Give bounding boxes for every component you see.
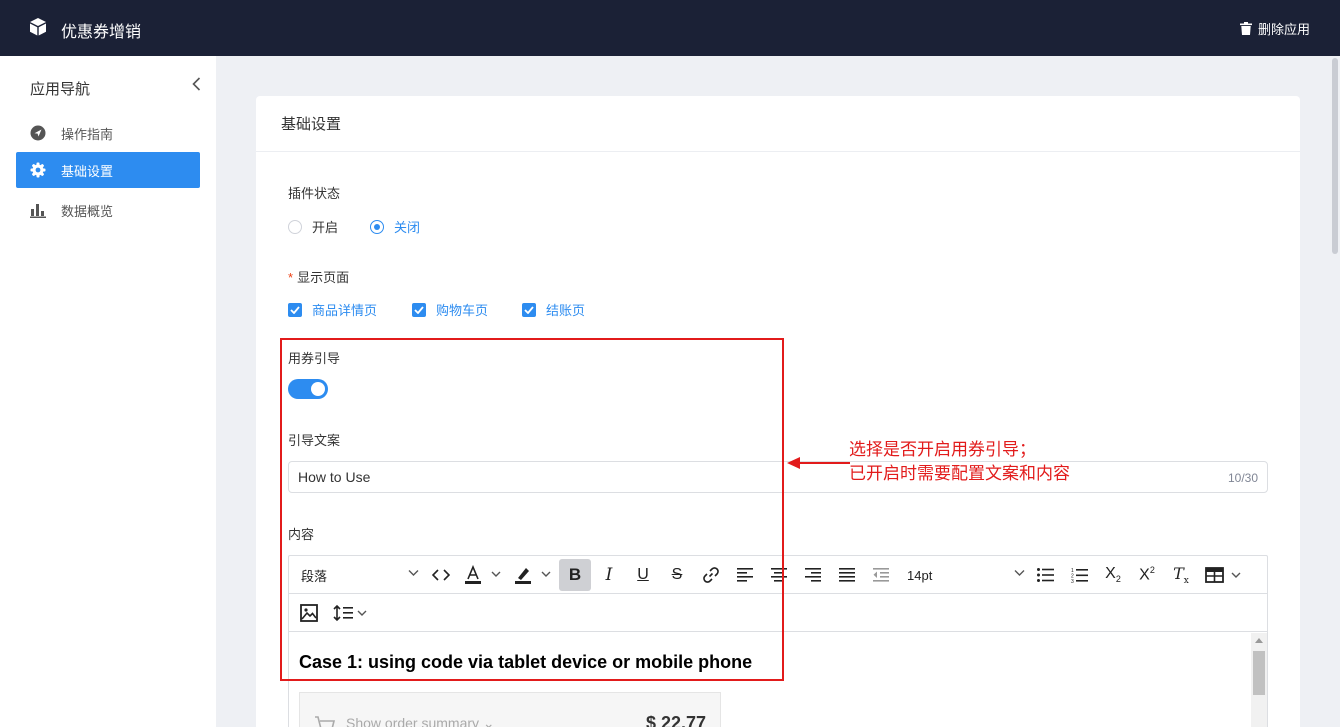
annotation-line-2: 已开启时需要配置文案和内容: [849, 464, 1070, 484]
table-button[interactable]: [1199, 559, 1249, 591]
clear-format-icon: Tx: [1173, 563, 1189, 587]
subscript-icon: X2: [1105, 565, 1121, 585]
font-size-select[interactable]: 14pt: [897, 559, 1029, 591]
card-title: 基础设置: [256, 96, 1300, 152]
sidebar-item-label: 操作指南: [61, 126, 114, 142]
checkbox-cart-page[interactable]: 购物车页: [412, 300, 488, 319]
trash-icon: [1239, 22, 1252, 35]
checkbox-product-page[interactable]: 商品详情页: [288, 300, 377, 319]
app-cube-icon: [30, 18, 46, 36]
clear-format-button[interactable]: Tx: [1165, 559, 1197, 591]
radio-circle: [370, 219, 384, 234]
sidebar-title: 应用导航: [30, 81, 91, 98]
sidebar-item-label: 基础设置: [61, 163, 114, 179]
display-pages-label: * 显示页面: [288, 267, 349, 286]
scroll-up-icon: [1255, 638, 1263, 643]
align-right-button[interactable]: [797, 559, 829, 591]
numbered-list-button[interactable]: 123: [1063, 559, 1095, 591]
radio-circle: [288, 219, 302, 234]
font-size-value: 14pt: [907, 567, 933, 583]
outdent-icon: [873, 568, 889, 582]
annotation-highlight-box: [280, 338, 784, 681]
app-title: 优惠券增销: [61, 24, 142, 41]
superscript-icon: X2: [1139, 565, 1155, 584]
justify-icon: [839, 568, 855, 582]
subscript-button[interactable]: X2: [1097, 559, 1129, 591]
sidebar: 应用导航 操作指南 基础设置 数据概览: [0, 56, 216, 727]
order-summary-text: Show order summary ⌄: [346, 715, 495, 727]
checkbox-label: 购物车页: [436, 303, 489, 318]
checkbox-checkout-page[interactable]: 结账页: [522, 300, 585, 319]
checkbox-box: [288, 302, 302, 317]
justify-button[interactable]: [831, 559, 863, 591]
svg-text:3: 3: [1071, 579, 1074, 583]
page-scrollbar[interactable]: [1328, 56, 1340, 727]
outdent-button[interactable]: [865, 559, 897, 591]
order-summary-price: $ 22.77: [645, 713, 706, 727]
char-count: 10/30: [1227, 471, 1258, 485]
top-bar: 优惠券增销 删除应用: [0, 0, 1340, 56]
chevron-down-icon: [1014, 570, 1025, 576]
delete-app-button[interactable]: 删除应用: [1239, 19, 1310, 38]
plugin-status-label: 插件状态: [288, 186, 341, 201]
radio-disable[interactable]: 关闭: [370, 217, 420, 236]
page-scrollbar-thumb[interactable]: [1332, 58, 1338, 254]
radio-enable[interactable]: 开启: [288, 217, 338, 236]
display-pages-text: 显示页面: [297, 270, 350, 285]
annotation-note: 选择是否开启用券引导； 已开启时需要配置文案和内容: [849, 438, 1070, 486]
checkbox-label: 商品详情页: [312, 303, 378, 318]
bullet-list-button[interactable]: [1029, 559, 1061, 591]
checkbox-box: [412, 302, 426, 317]
table-icon: [1205, 567, 1241, 583]
bullet-list-icon: [1036, 568, 1054, 582]
superscript-button[interactable]: X2: [1131, 559, 1163, 591]
compass-icon: [30, 125, 46, 141]
chevron-left-icon[interactable]: [190, 76, 204, 92]
radio-label: 关闭: [394, 220, 421, 235]
numbered-list-icon: 123: [1071, 568, 1088, 583]
editor-scrollbar-thumb[interactable]: [1253, 651, 1265, 695]
order-summary-preview: Show order summary ⌄ $ 22.77: [299, 692, 721, 727]
align-right-icon: [805, 568, 821, 582]
cart-icon: [315, 716, 336, 727]
sidebar-item-guide[interactable]: 操作指南: [16, 115, 200, 151]
checkbox-label: 结账页: [546, 303, 586, 318]
bar-chart-icon: [30, 202, 46, 218]
annotation-line-1: 选择是否开启用券引导；: [849, 440, 1036, 460]
annotation-arrow-icon: [787, 457, 850, 469]
editor-scrollbar[interactable]: [1251, 633, 1267, 727]
required-asterisk: *: [288, 270, 294, 285]
check-icon: [290, 305, 300, 314]
check-icon: [414, 305, 424, 314]
sidebar-item-basic-settings[interactable]: 基础设置: [16, 152, 200, 188]
radio-label: 开启: [312, 220, 339, 235]
sidebar-item-label: 数据概览: [61, 203, 114, 219]
check-icon: [524, 305, 534, 314]
checkbox-box: [522, 302, 536, 317]
gear-icon: [30, 162, 46, 178]
sidebar-item-data-overview[interactable]: 数据概览: [16, 192, 200, 228]
delete-app-label: 删除应用: [1257, 22, 1310, 37]
